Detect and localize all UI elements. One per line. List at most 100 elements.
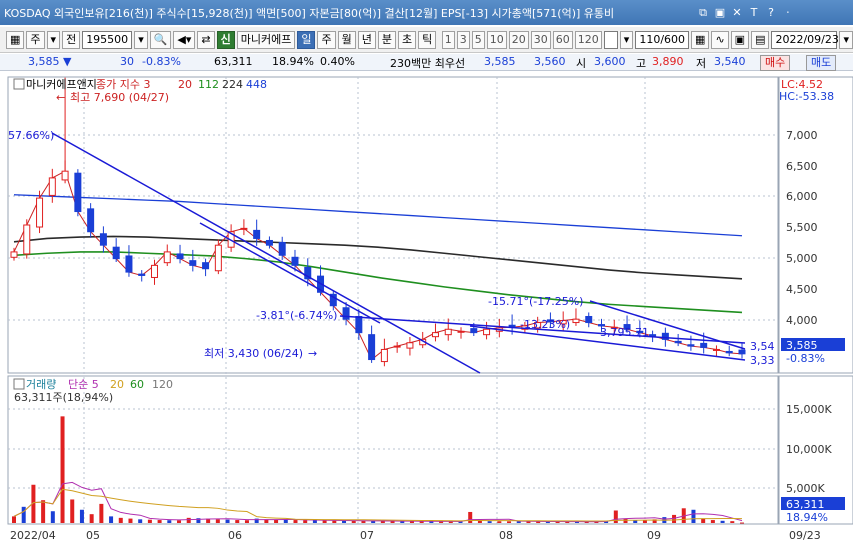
high-label: 고 <box>636 57 647 70</box>
period-minute-tab[interactable]: 분 <box>377 30 396 49</box>
stock-chart-svg[interactable]: 마니커에프앤지 종가 지수 3 20 112 224 448 ← 최고 7,69… <box>0 73 853 547</box>
volume-legend-box-icon[interactable] <box>13 378 25 390</box>
interval-1[interactable]: 1 <box>441 30 455 49</box>
volume-bar <box>99 503 104 523</box>
interval-3[interactable]: 3 <box>456 30 470 49</box>
stock-name-button[interactable]: 마니커에프 <box>236 30 296 49</box>
stock-code-input[interactable]: 195500 <box>82 30 133 49</box>
volume-bar <box>468 511 473 523</box>
interval-dropdown-icon[interactable]: ▾ <box>619 30 634 49</box>
candle-body <box>176 253 184 260</box>
candle-body <box>265 239 273 246</box>
left-pct-annotation: 57.66%) <box>8 129 54 142</box>
volume-bar <box>89 514 94 523</box>
price-panel[interactable] <box>7 76 779 374</box>
date-dropdown-icon[interactable]: ▾ <box>839 30 853 49</box>
period-monthly-tab[interactable]: 월 <box>337 30 356 49</box>
candle-body <box>202 262 210 270</box>
volume-panel[interactable] <box>7 375 779 525</box>
volume-ma20-label: 20 <box>110 378 124 391</box>
save-icon[interactable]: ▣ <box>730 30 750 49</box>
market-select[interactable]: 주 <box>26 30 45 49</box>
turnover-value: 18.94% <box>272 55 314 68</box>
interval-input[interactable] <box>603 30 618 49</box>
title-icons: ⧉ ▣ ✕ T ? ⋅ <box>696 6 795 20</box>
period-daily-tab[interactable]: 일 <box>297 30 316 49</box>
candle-body <box>483 328 491 336</box>
layout-icon[interactable]: ▦ <box>6 30 25 49</box>
volume-bar <box>720 520 725 523</box>
volume-bar <box>642 520 647 523</box>
grid-icon[interactable]: ▦ <box>691 30 710 49</box>
credit-badge[interactable]: 신 <box>216 30 235 49</box>
interval-60[interactable]: 60 <box>552 30 573 49</box>
chevron-down-icon[interactable]: ▾ <box>46 30 61 49</box>
candle-body <box>725 350 733 354</box>
volume-bar <box>128 518 133 523</box>
legend-ma-20: 20 <box>178 78 192 91</box>
period-second-tab[interactable]: 초 <box>397 30 417 49</box>
sell-button[interactable]: 매도 <box>806 55 837 71</box>
volume-bar <box>477 520 482 523</box>
count-input[interactable]: 110/600 <box>635 30 690 49</box>
panel-icon[interactable]: ▣ <box>713 6 727 20</box>
volume-tick: 5,000K <box>786 482 825 495</box>
calendar-icon[interactable]: ▤ <box>751 30 770 49</box>
interval-20[interactable]: 20 <box>508 30 529 49</box>
sound-icon[interactable]: ◀▾ <box>173 30 196 49</box>
window-icon[interactable]: ⧉ <box>696 6 710 20</box>
volume-bar <box>613 510 618 523</box>
close-icon[interactable]: ✕ <box>730 6 744 20</box>
period-weekly-tab[interactable]: 주 <box>317 30 336 49</box>
interval-10[interactable]: 10 <box>486 30 507 49</box>
volume-bar <box>70 499 75 523</box>
period-tick-tab[interactable]: 틱 <box>418 30 437 49</box>
date-input[interactable]: 2022/09/23 <box>771 30 839 49</box>
volume-bar <box>351 520 356 523</box>
volume-bar <box>41 500 46 523</box>
legend-box-icon[interactable] <box>13 78 25 90</box>
candle-body <box>61 170 69 181</box>
candle-body <box>74 172 82 213</box>
stock-info-text: KOSDAQ 외국인보유[216(천)] 주식수[15,928(천)] 액면[5… <box>4 6 615 20</box>
code-dropdown-icon[interactable]: ▾ <box>134 30 148 49</box>
volume-tick: 10,000K <box>786 443 832 456</box>
search-icon[interactable]: 🔍 <box>149 30 172 49</box>
help-icon[interactable]: ? <box>764 6 778 20</box>
title-bar: KOSDAQ 외국인보유[216(천)] 주식수[15,928(천)] 액면[5… <box>0 0 853 25</box>
current-volume-pct: 18.94% <box>786 511 828 524</box>
buy-button[interactable]: 매수 <box>760 55 791 71</box>
low-annotation: 최저 3,430 (06/24) <box>204 347 303 360</box>
right-top-annotation: -15.71°(-17.25%) <box>488 295 583 308</box>
interval-120[interactable]: 120 <box>574 30 602 49</box>
volume-bar <box>12 516 16 523</box>
candle-body <box>214 244 222 272</box>
volume-bar <box>283 519 288 523</box>
volume-bar <box>167 520 172 523</box>
candle-body <box>457 330 465 333</box>
price-legend: 마니커에프앤지 종가 지수 3 20 112 224 448 <box>13 78 267 91</box>
time-label: 2022/04 <box>10 529 56 542</box>
low-annotation-arrow: → <box>308 347 317 360</box>
wave-icon[interactable]: ∿ <box>711 30 729 49</box>
volume-bar <box>322 520 327 523</box>
volume-bar <box>21 506 26 523</box>
text-icon[interactable]: T <box>747 6 761 20</box>
period-yearly-tab[interactable]: 년 <box>357 30 376 49</box>
interval-5[interactable]: 5 <box>471 30 485 49</box>
volume-bar <box>157 520 162 523</box>
time-label: 07 <box>360 529 374 542</box>
candle-body <box>380 348 388 363</box>
interval-30[interactable]: 30 <box>530 30 551 49</box>
price-type-button[interactable]: 전 <box>62 30 81 49</box>
more-icon[interactable]: ⋅ <box>781 6 795 20</box>
legend-ma-224: 224 <box>222 78 243 91</box>
candle-body <box>112 246 120 260</box>
volume-bar <box>710 520 715 523</box>
price-tick: 7,000 <box>786 129 818 142</box>
volume-bar <box>497 521 502 523</box>
chart-area[interactable]: 마니커에프앤지 종가 지수 3 20 112 224 448 ← 최고 7,69… <box>0 73 853 547</box>
volume-bar <box>177 520 182 523</box>
link-icon[interactable]: ⇄ <box>197 30 215 49</box>
candle-body <box>700 342 708 348</box>
